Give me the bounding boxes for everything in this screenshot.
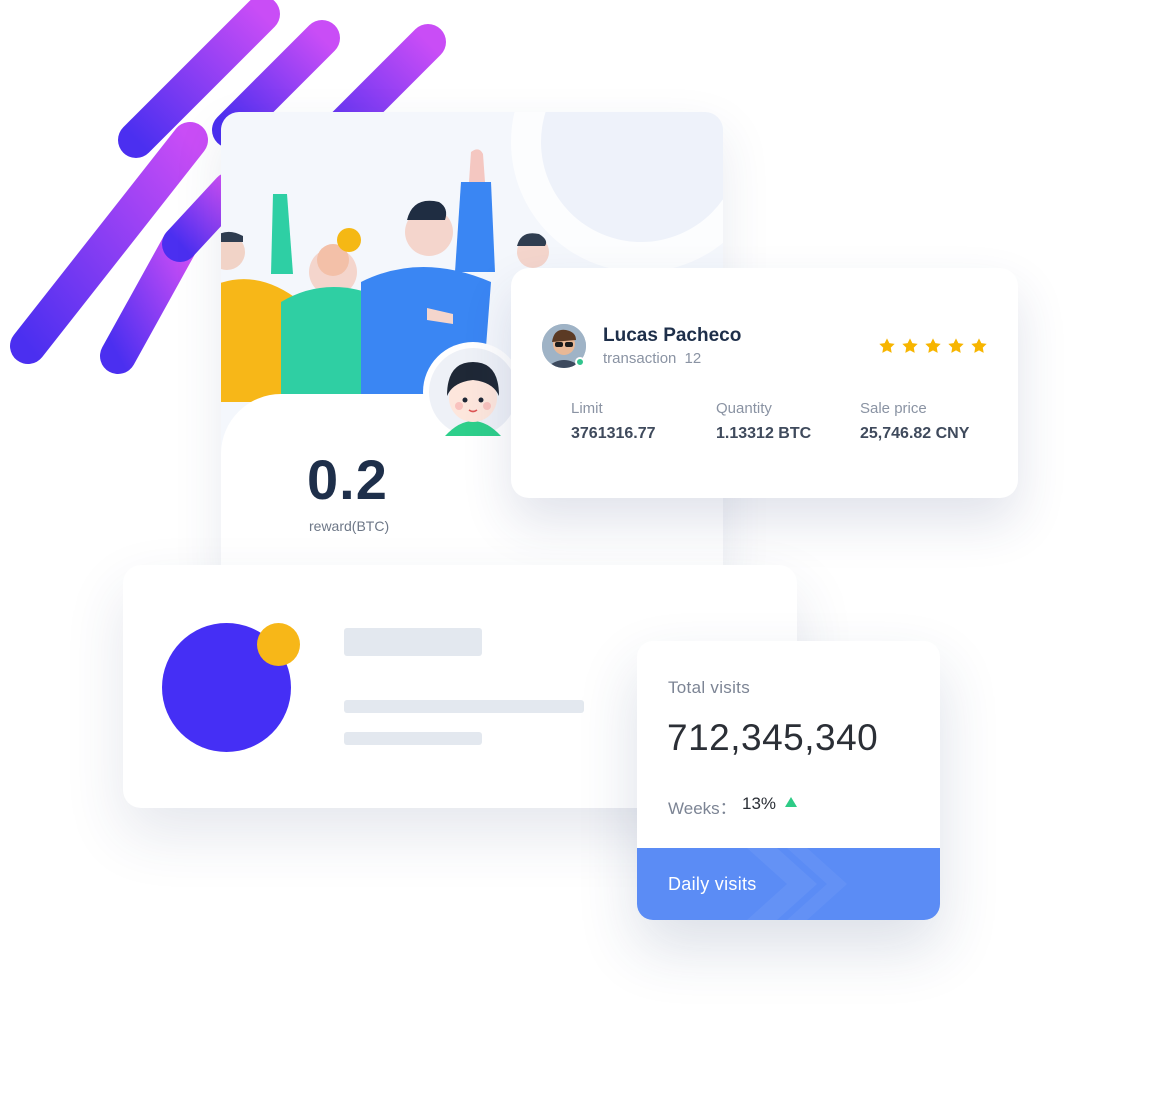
quantity-value: 1.13312 BTC xyxy=(716,425,812,442)
limit-column: Limit 3761316.77 xyxy=(571,400,656,443)
visits-total: 712,345,340 xyxy=(667,717,879,758)
visits-title: Total visits xyxy=(668,678,751,697)
quantity-column: Quantity 1.13312 BTC xyxy=(716,400,811,443)
sale-price-label: Sale price xyxy=(860,400,927,417)
daily-visits-label: Daily visits xyxy=(668,874,757,894)
skeleton-line-bar xyxy=(344,700,584,713)
quantity-label: Quantity xyxy=(716,400,772,417)
star-icon xyxy=(902,338,918,353)
limit-value: 3761316.77 xyxy=(571,425,656,442)
star-icon xyxy=(948,338,964,353)
weeks-value: 13% xyxy=(742,794,777,813)
star-icon xyxy=(925,338,941,353)
skeleton-line-bar xyxy=(344,732,482,745)
star-icon xyxy=(971,338,987,353)
transaction-card[interactable]: Lucas Pacheco transaction 12 Limit 37613… xyxy=(511,268,1018,498)
daily-visits-button[interactable]: Daily visits xyxy=(637,848,940,920)
reward-label: reward(BTC) xyxy=(309,518,390,534)
yellow-dot xyxy=(257,623,300,666)
cartoon-avatar-icon xyxy=(423,342,523,442)
sale-price-value: 25,746.82 CNY xyxy=(860,425,970,442)
visits-card[interactable]: Total visits 712,345,340 Weeks： 13% Dail… xyxy=(637,641,940,920)
sale-price-column: Sale price 25,746.82 CNY xyxy=(860,400,969,443)
transaction-number: 12 xyxy=(684,350,702,367)
reward-value: 0.2 xyxy=(307,448,388,511)
star-icon xyxy=(879,338,895,353)
online-dot-icon xyxy=(575,357,585,367)
transaction-count: transaction 12 xyxy=(603,350,701,367)
skeleton-title-bar xyxy=(344,628,482,656)
transaction-label: transaction xyxy=(603,350,677,367)
user-name: Lucas Pacheco xyxy=(603,325,742,346)
limit-label: Limit xyxy=(571,400,603,417)
triangle-up-icon xyxy=(785,797,797,807)
rating-stars xyxy=(878,337,988,355)
weeks-label: Weeks： xyxy=(668,799,737,818)
